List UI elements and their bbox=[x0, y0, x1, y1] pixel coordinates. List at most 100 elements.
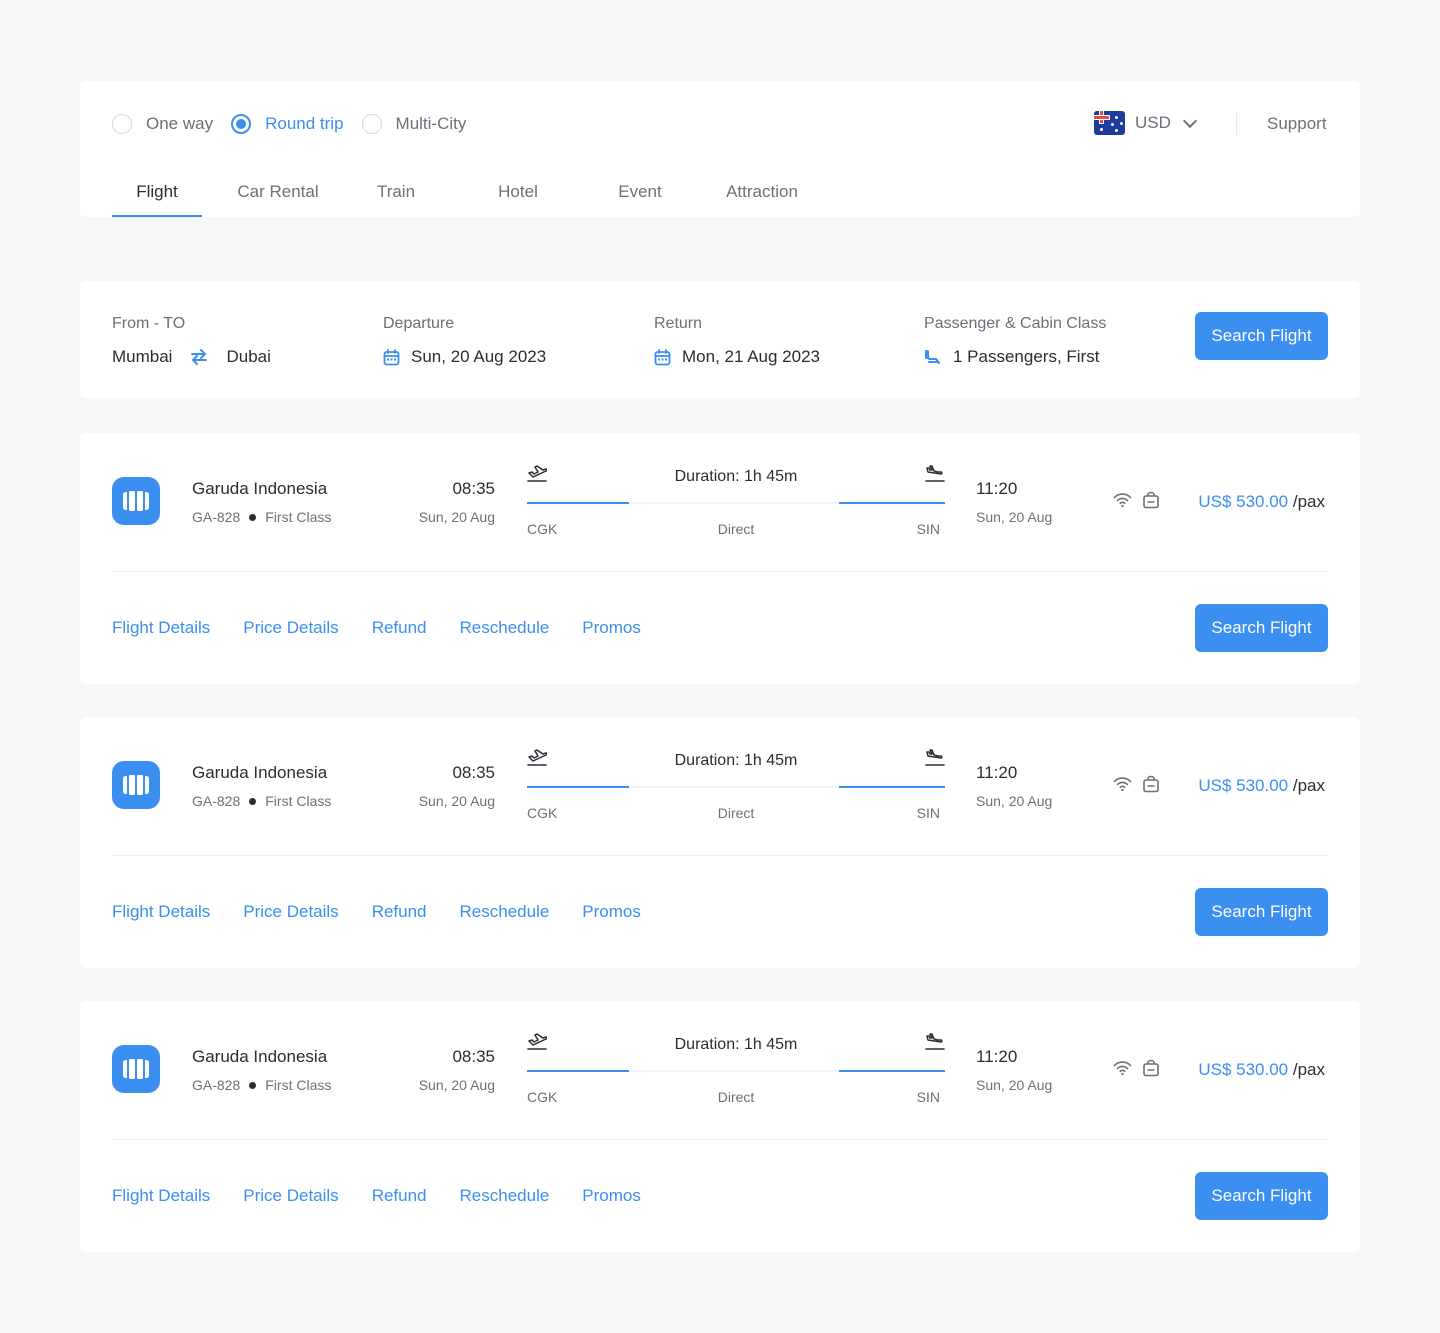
price-amount: US$ 530.00 bbox=[1198, 776, 1289, 795]
reschedule-link[interactable]: Reschedule bbox=[460, 618, 550, 638]
passenger-field[interactable]: Passenger & Cabin Class 1 Passengers, Fi… bbox=[924, 315, 1106, 367]
flight-result-card: Garuda Indonesia GA-828 First Class 08:3… bbox=[80, 717, 1360, 968]
radio-circle[interactable] bbox=[231, 114, 252, 134]
cabin-class: First Class bbox=[265, 793, 332, 809]
destination-code: SIN bbox=[916, 521, 940, 537]
destination-city[interactable]: Dubai bbox=[226, 347, 270, 367]
radio-label: One way bbox=[146, 114, 214, 133]
flight-meta: GA-828 First Class bbox=[192, 1077, 331, 1093]
separator-dot bbox=[249, 1081, 257, 1089]
promos-link[interactable]: Promos bbox=[582, 902, 641, 922]
tab-train[interactable]: Train bbox=[366, 180, 426, 217]
search-flight-button[interactable]: Search Flight bbox=[1195, 604, 1328, 652]
departure-label: Departure bbox=[383, 315, 455, 332]
airline-logo bbox=[112, 1045, 160, 1093]
support-link[interactable]: Support bbox=[1267, 114, 1327, 134]
departure-field[interactable]: Departure Sun, 20 Aug 2023 bbox=[383, 315, 546, 367]
chevron-down-icon bbox=[1182, 113, 1197, 128]
radio-label: Multi-City bbox=[395, 114, 467, 133]
seat-icon bbox=[924, 349, 942, 366]
flight-code: GA-828 bbox=[192, 793, 241, 809]
return-date: Mon, 21 Aug 2023 bbox=[682, 347, 821, 366]
currency-selector[interactable]: USD bbox=[1094, 111, 1197, 135]
tab-car-rental[interactable]: Car Rental bbox=[222, 180, 334, 217]
refund-link[interactable]: Refund bbox=[372, 902, 427, 922]
landing-icon bbox=[925, 1033, 945, 1056]
search-flight-button[interactable]: Search Flight bbox=[1195, 312, 1328, 360]
price: US$ 530.00 /pax bbox=[1198, 492, 1325, 512]
departure-time: 08:35 bbox=[452, 763, 495, 782]
search-flight-button[interactable]: Search Flight bbox=[1195, 888, 1328, 936]
flight-details-link[interactable]: Flight Details bbox=[112, 618, 210, 638]
route-line-end bbox=[839, 502, 945, 504]
card-divider bbox=[112, 1139, 1328, 1140]
airline-logo bbox=[112, 477, 160, 525]
tab-event[interactable]: Event bbox=[610, 180, 670, 217]
radio-round-trip[interactable]: Round trip bbox=[231, 114, 344, 134]
wifi-icon bbox=[1113, 1060, 1132, 1076]
arrival-time: 11:20 bbox=[976, 1047, 1018, 1066]
price-details-link[interactable]: Price Details bbox=[243, 902, 338, 922]
airline-name: Garuda Indonesia bbox=[192, 1047, 328, 1066]
price-unit: /pax bbox=[1288, 776, 1325, 795]
flight-detail-links: Flight Details Price Details Refund Resched… bbox=[112, 1186, 674, 1206]
tab-attraction[interactable]: Attraction bbox=[717, 180, 807, 217]
stops-label: Direct bbox=[717, 521, 755, 537]
stops-label: Direct bbox=[717, 1089, 755, 1105]
airline-logo bbox=[112, 761, 160, 809]
return-field[interactable]: Return Mon, 21 Aug 2023 bbox=[654, 315, 820, 367]
duration: Duration: 1h 45m bbox=[674, 1036, 798, 1053]
calendar-icon bbox=[383, 348, 400, 366]
price-amount: US$ 530.00 bbox=[1198, 1060, 1289, 1079]
tab-flight[interactable]: Flight bbox=[112, 180, 202, 217]
radio-circle[interactable] bbox=[361, 114, 382, 134]
flight-meta: GA-828 First Class bbox=[192, 509, 331, 525]
price-details-link[interactable]: Price Details bbox=[243, 618, 338, 638]
departure-date: Sun, 20 Aug bbox=[418, 793, 495, 809]
separator-dot bbox=[249, 513, 257, 521]
separator-dot bbox=[249, 797, 257, 805]
departure-date: Sun, 20 Aug bbox=[418, 1077, 495, 1093]
radio-circle[interactable] bbox=[112, 114, 132, 134]
reschedule-link[interactable]: Reschedule bbox=[460, 1186, 550, 1206]
origin-city[interactable]: Mumbai bbox=[112, 347, 172, 367]
promos-link[interactable]: Promos bbox=[582, 618, 641, 638]
price-details-link[interactable]: Price Details bbox=[243, 1186, 338, 1206]
tab-hotel[interactable]: Hotel bbox=[488, 180, 548, 217]
flight-meta: GA-828 First Class bbox=[192, 793, 331, 809]
amenities bbox=[1113, 775, 1170, 793]
swap-icon[interactable] bbox=[190, 349, 208, 365]
duration: Duration: 1h 45m bbox=[674, 752, 798, 769]
search-flight-button[interactable]: Search Flight bbox=[1195, 1172, 1328, 1220]
refund-link[interactable]: Refund bbox=[372, 1186, 427, 1206]
airline-name: Garuda Indonesia bbox=[192, 479, 328, 498]
flight-details-link[interactable]: Flight Details bbox=[112, 1186, 210, 1206]
wifi-icon bbox=[1113, 492, 1132, 508]
cabin-class: First Class bbox=[265, 509, 332, 525]
landing-icon bbox=[925, 749, 945, 772]
promos-link[interactable]: Promos bbox=[582, 1186, 641, 1206]
from-to-field[interactable]: From - TO Mumbai Dubai bbox=[112, 315, 271, 367]
passenger-label: Passenger & Cabin Class bbox=[924, 315, 1107, 332]
arrival-time: 11:20 bbox=[976, 479, 1018, 498]
wifi-icon bbox=[1113, 776, 1132, 792]
card-divider bbox=[112, 855, 1328, 856]
radio-one-way[interactable]: One way bbox=[112, 114, 213, 134]
route-line-start bbox=[527, 502, 629, 504]
departure-time: 08:35 bbox=[452, 1047, 495, 1066]
duration: Duration: 1h 45m bbox=[674, 468, 798, 485]
airline-name: Garuda Indonesia bbox=[192, 763, 328, 782]
refund-link[interactable]: Refund bbox=[372, 618, 427, 638]
radio-multi-city[interactable]: Multi-City bbox=[361, 114, 467, 134]
landing-icon bbox=[925, 465, 945, 488]
arrival-date: Sun, 20 Aug bbox=[976, 509, 1053, 525]
price: US$ 530.00 /pax bbox=[1198, 1060, 1325, 1080]
route-line-end bbox=[839, 1070, 945, 1072]
route-timeline: Duration: 1h 45m CGK Direct SIN bbox=[527, 1031, 945, 1111]
flight-details-link[interactable]: Flight Details bbox=[112, 902, 210, 922]
card-divider bbox=[112, 571, 1328, 572]
price-unit: /pax bbox=[1288, 1060, 1325, 1079]
price-unit: /pax bbox=[1288, 492, 1325, 511]
flight-detail-links: Flight Details Price Details Refund Resched… bbox=[112, 618, 674, 638]
reschedule-link[interactable]: Reschedule bbox=[460, 902, 550, 922]
